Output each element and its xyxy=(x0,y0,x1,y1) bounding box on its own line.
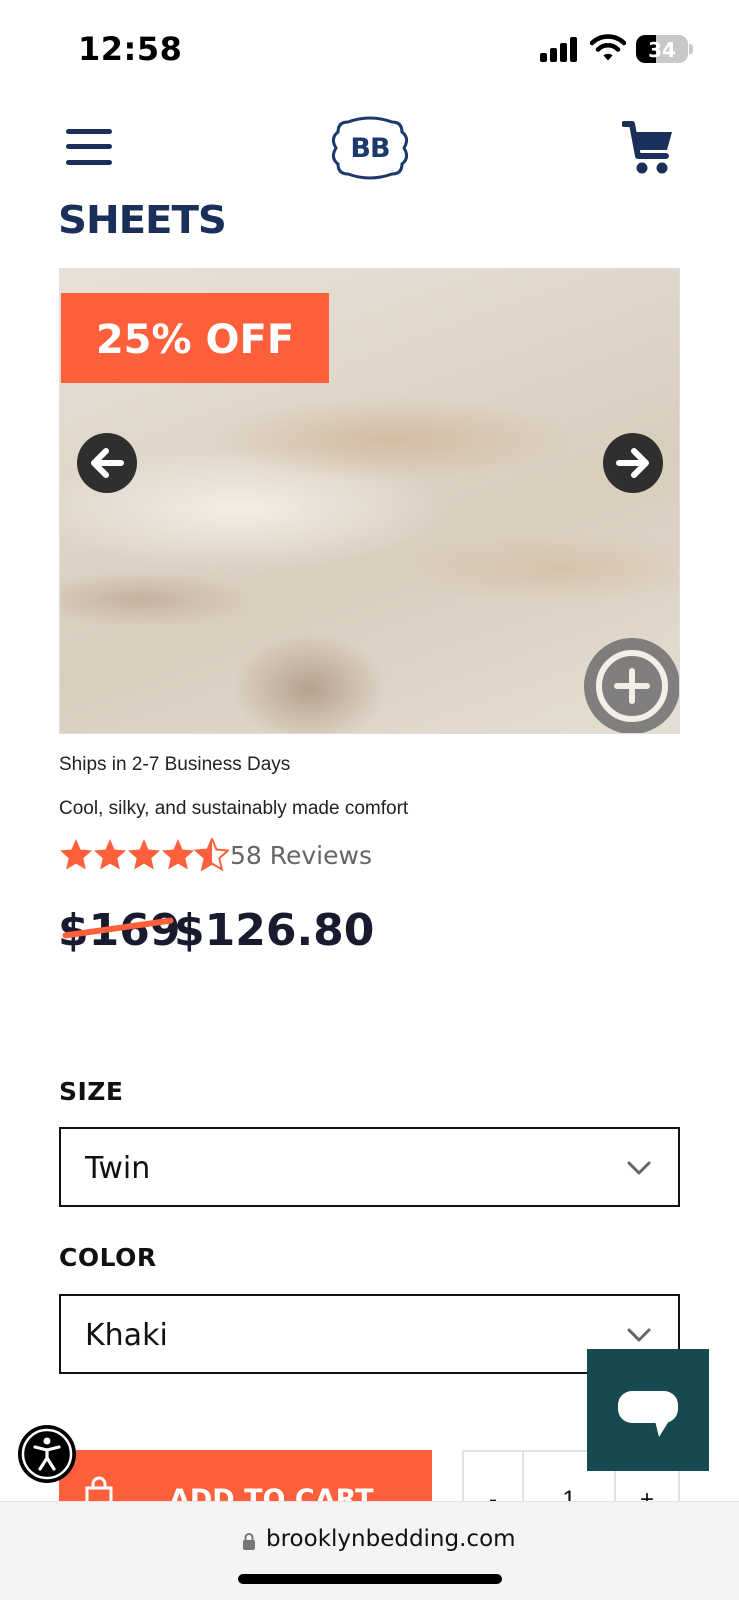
home-indicator xyxy=(238,1574,502,1584)
star-icon xyxy=(94,839,126,870)
zoom-plus-icon xyxy=(596,650,668,722)
brand-logo[interactable]: BB xyxy=(328,116,412,180)
size-select[interactable]: Twin xyxy=(59,1127,680,1207)
browser-address-bar[interactable]: brooklynbedding.com xyxy=(0,1501,739,1600)
star-rating xyxy=(60,838,229,871)
star-icon xyxy=(128,839,160,870)
wifi-icon xyxy=(590,34,626,61)
battery-icon: 34 xyxy=(636,35,688,63)
arrow-right-icon xyxy=(616,448,649,478)
cellular-signal-icon xyxy=(540,36,578,62)
chevron-down-icon xyxy=(627,1161,651,1175)
url-text[interactable]: brooklynbedding.com xyxy=(266,1526,516,1552)
price-row: $169 $126.80 xyxy=(58,905,558,965)
discount-badge-text: 25% OFF xyxy=(95,317,295,363)
color-label: COLOR xyxy=(59,1243,157,1272)
discount-badge: 25% OFF xyxy=(61,293,329,383)
chat-icon xyxy=(618,1391,678,1437)
reviews-link[interactable]: 58 Reviews xyxy=(230,841,372,870)
accessibility-figure-icon xyxy=(21,1428,73,1480)
accessibility-icon[interactable] xyxy=(18,1425,76,1483)
lock-icon xyxy=(243,1533,255,1550)
battery-level: 34 xyxy=(648,38,676,62)
chat-widget-button[interactable] xyxy=(587,1349,709,1471)
product-title: SHEETS xyxy=(58,198,227,242)
shipping-info: Ships in 2-7 Business Days xyxy=(59,754,291,775)
cart-icon[interactable] xyxy=(622,120,674,176)
zoom-button[interactable] xyxy=(584,638,679,733)
size-label: SIZE xyxy=(59,1077,124,1106)
chevron-down-icon xyxy=(627,1328,651,1342)
sale-price: $126.80 xyxy=(174,905,375,956)
status-bar: 12:58 34 xyxy=(0,0,739,96)
size-select-value: Twin xyxy=(85,1151,151,1186)
product-tagline: Cool, silky, and sustainably made comfor… xyxy=(59,798,409,819)
star-half-icon xyxy=(195,838,229,871)
rating: 58 Reviews xyxy=(59,838,399,872)
logo-text: BB xyxy=(350,133,390,164)
battery-nub xyxy=(689,44,693,54)
star-icon xyxy=(162,839,194,870)
arrow-left-icon xyxy=(91,448,124,478)
status-time: 12:58 xyxy=(78,30,183,68)
color-select-value: Khaki xyxy=(85,1318,168,1353)
gallery-next-button[interactable] xyxy=(603,433,663,493)
hamburger-icon[interactable] xyxy=(66,127,112,167)
star-icon xyxy=(60,839,92,870)
gallery-prev-button[interactable] xyxy=(77,433,137,493)
product-image-gallery[interactable]: 25% OFF xyxy=(59,268,680,734)
